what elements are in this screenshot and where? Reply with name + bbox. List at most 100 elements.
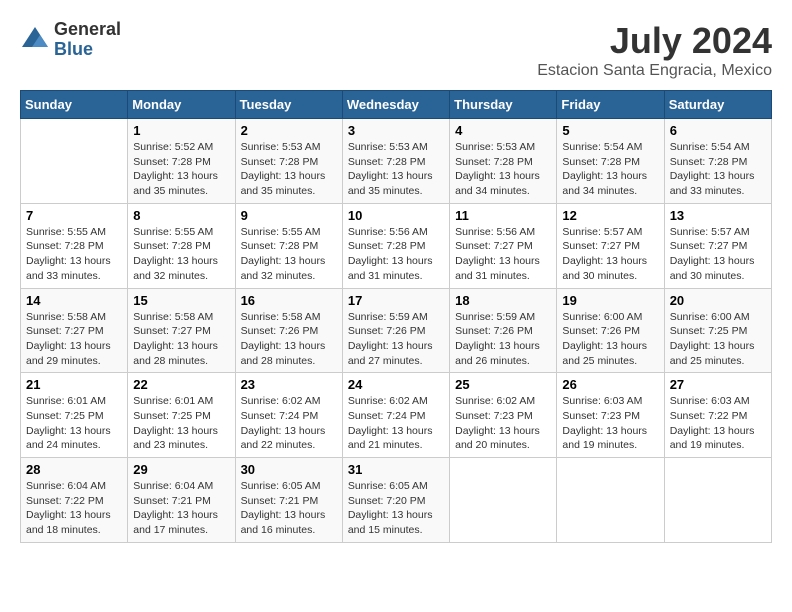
title-block: July 2024 Estacion Santa Engracia, Mexic… bbox=[537, 20, 772, 80]
calendar-cell: 14Sunrise: 5:58 AMSunset: 7:27 PMDayligh… bbox=[21, 288, 128, 373]
day-info: Sunrise: 6:02 AMSunset: 7:24 PMDaylight:… bbox=[241, 394, 337, 453]
day-info: Sunrise: 6:05 AMSunset: 7:21 PMDaylight:… bbox=[241, 479, 337, 538]
day-number: 31 bbox=[348, 462, 444, 477]
day-number: 15 bbox=[133, 293, 229, 308]
day-info: Sunrise: 5:59 AMSunset: 7:26 PMDaylight:… bbox=[348, 310, 444, 369]
location: Estacion Santa Engracia, Mexico bbox=[537, 62, 772, 80]
week-row-1: 1 Sunrise: 5:52 AMSunset: 7:28 PMDaylight… bbox=[21, 119, 772, 204]
calendar-cell: 15 Sunrise: 5:58 AMSunset: 7:27 PMDayligh… bbox=[128, 288, 235, 373]
day-number: 9 bbox=[241, 208, 337, 223]
calendar-cell: 8 Sunrise: 5:55 AMSunset: 7:28 PMDaylight… bbox=[128, 203, 235, 288]
week-row-5: 28Sunrise: 6:04 AMSunset: 7:22 PMDayligh… bbox=[21, 458, 772, 543]
day-info: Sunrise: 5:59 AMSunset: 7:26 PMDaylight:… bbox=[455, 310, 551, 369]
calendar-cell: 3Sunrise: 5:53 AMSunset: 7:28 PMDaylight… bbox=[342, 119, 449, 204]
header-saturday: Saturday bbox=[664, 91, 771, 119]
calendar-cell: 27Sunrise: 6:03 AMSunset: 7:22 PMDayligh… bbox=[664, 373, 771, 458]
calendar-cell: 2 Sunrise: 5:53 AMSunset: 7:28 PMDaylight… bbox=[235, 119, 342, 204]
header-wednesday: Wednesday bbox=[342, 91, 449, 119]
day-info: Sunrise: 6:05 AMSunset: 7:20 PMDaylight:… bbox=[348, 479, 444, 538]
day-number: 2 bbox=[241, 123, 337, 138]
calendar-cell: 20 Sunrise: 6:00 AMSunset: 7:25 PMDayligh… bbox=[664, 288, 771, 373]
page-header: General Blue July 2024 Estacion Santa En… bbox=[20, 20, 772, 80]
header-friday: Friday bbox=[557, 91, 664, 119]
day-info: Sunrise: 5:58 AMSunset: 7:27 PMDaylight:… bbox=[133, 310, 229, 369]
day-number: 12 bbox=[562, 208, 658, 223]
logo-icon bbox=[20, 25, 50, 55]
calendar-cell bbox=[664, 458, 771, 543]
month-title: July 2024 bbox=[537, 20, 772, 62]
day-number: 6 bbox=[670, 123, 766, 138]
day-number: 18 bbox=[455, 293, 551, 308]
day-info: Sunrise: 5:54 AMSunset: 7:28 PMDaylight:… bbox=[562, 140, 658, 199]
day-info: Sunrise: 5:56 AMSunset: 7:28 PMDaylight:… bbox=[348, 225, 444, 284]
day-info: Sunrise: 6:04 AMSunset: 7:22 PMDaylight:… bbox=[26, 479, 122, 538]
day-number: 24 bbox=[348, 377, 444, 392]
day-number: 23 bbox=[241, 377, 337, 392]
day-info: Sunrise: 5:54 AMSunset: 7:28 PMDaylight:… bbox=[670, 140, 766, 199]
calendar-table: SundayMondayTuesdayWednesdayThursdayFrid… bbox=[20, 90, 772, 543]
calendar-cell: 9 Sunrise: 5:55 AMSunset: 7:28 PMDaylight… bbox=[235, 203, 342, 288]
calendar-cell: 18 Sunrise: 5:59 AMSunset: 7:26 PMDayligh… bbox=[450, 288, 557, 373]
calendar-cell: 5Sunrise: 5:54 AMSunset: 7:28 PMDaylight… bbox=[557, 119, 664, 204]
calendar-header-row: SundayMondayTuesdayWednesdayThursdayFrid… bbox=[21, 91, 772, 119]
calendar-cell: 1 Sunrise: 5:52 AMSunset: 7:28 PMDaylight… bbox=[128, 119, 235, 204]
day-number: 1 bbox=[133, 123, 229, 138]
day-info: Sunrise: 5:57 AMSunset: 7:27 PMDaylight:… bbox=[562, 225, 658, 284]
calendar-cell: 21Sunrise: 6:01 AMSunset: 7:25 PMDayligh… bbox=[21, 373, 128, 458]
calendar-cell: 30 Sunrise: 6:05 AMSunset: 7:21 PMDayligh… bbox=[235, 458, 342, 543]
day-number: 25 bbox=[455, 377, 551, 392]
logo-text: General Blue bbox=[54, 20, 121, 60]
calendar-cell bbox=[450, 458, 557, 543]
logo-blue: Blue bbox=[54, 40, 121, 60]
day-number: 11 bbox=[455, 208, 551, 223]
day-info: Sunrise: 6:00 AMSunset: 7:25 PMDaylight:… bbox=[670, 310, 766, 369]
day-number: 26 bbox=[562, 377, 658, 392]
calendar-cell: 4 Sunrise: 5:53 AMSunset: 7:28 PMDaylight… bbox=[450, 119, 557, 204]
calendar-cell: 22 Sunrise: 6:01 AMSunset: 7:25 PMDayligh… bbox=[128, 373, 235, 458]
header-thursday: Thursday bbox=[450, 91, 557, 119]
calendar-cell: 25Sunrise: 6:02 AMSunset: 7:23 PMDayligh… bbox=[450, 373, 557, 458]
day-info: Sunrise: 5:58 AMSunset: 7:26 PMDaylight:… bbox=[241, 310, 337, 369]
day-info: Sunrise: 5:55 AMSunset: 7:28 PMDaylight:… bbox=[241, 225, 337, 284]
day-number: 8 bbox=[133, 208, 229, 223]
day-number: 10 bbox=[348, 208, 444, 223]
calendar-cell: 13 Sunrise: 5:57 AMSunset: 7:27 PMDayligh… bbox=[664, 203, 771, 288]
day-info: Sunrise: 6:01 AMSunset: 7:25 PMDaylight:… bbox=[133, 394, 229, 453]
calendar-cell: 6 Sunrise: 5:54 AMSunset: 7:28 PMDaylight… bbox=[664, 119, 771, 204]
header-sunday: Sunday bbox=[21, 91, 128, 119]
day-info: Sunrise: 6:03 AMSunset: 7:23 PMDaylight:… bbox=[562, 394, 658, 453]
calendar-cell: 26 Sunrise: 6:03 AMSunset: 7:23 PMDayligh… bbox=[557, 373, 664, 458]
day-info: Sunrise: 5:53 AMSunset: 7:28 PMDaylight:… bbox=[241, 140, 337, 199]
header-monday: Monday bbox=[128, 91, 235, 119]
day-number: 14 bbox=[26, 293, 122, 308]
calendar-cell: 7 Sunrise: 5:55 AMSunset: 7:28 PMDaylight… bbox=[21, 203, 128, 288]
calendar-cell bbox=[557, 458, 664, 543]
day-info: Sunrise: 5:55 AMSunset: 7:28 PMDaylight:… bbox=[133, 225, 229, 284]
calendar-cell: 10 Sunrise: 5:56 AMSunset: 7:28 PMDayligh… bbox=[342, 203, 449, 288]
day-number: 22 bbox=[133, 377, 229, 392]
day-number: 29 bbox=[133, 462, 229, 477]
calendar-cell: 31 Sunrise: 6:05 AMSunset: 7:20 PMDayligh… bbox=[342, 458, 449, 543]
calendar-cell: 11Sunrise: 5:56 AMSunset: 7:27 PMDayligh… bbox=[450, 203, 557, 288]
day-info: Sunrise: 5:55 AMSunset: 7:28 PMDaylight:… bbox=[26, 225, 122, 284]
day-info: Sunrise: 5:53 AMSunset: 7:28 PMDaylight:… bbox=[455, 140, 551, 199]
day-info: Sunrise: 5:57 AMSunset: 7:27 PMDaylight:… bbox=[670, 225, 766, 284]
day-number: 16 bbox=[241, 293, 337, 308]
day-info: Sunrise: 6:02 AMSunset: 7:24 PMDaylight:… bbox=[348, 394, 444, 453]
week-row-4: 21Sunrise: 6:01 AMSunset: 7:25 PMDayligh… bbox=[21, 373, 772, 458]
day-info: Sunrise: 6:03 AMSunset: 7:22 PMDaylight:… bbox=[670, 394, 766, 453]
calendar-cell: 24 Sunrise: 6:02 AMSunset: 7:24 PMDayligh… bbox=[342, 373, 449, 458]
day-info: Sunrise: 6:00 AMSunset: 7:26 PMDaylight:… bbox=[562, 310, 658, 369]
calendar-cell: 17Sunrise: 5:59 AMSunset: 7:26 PMDayligh… bbox=[342, 288, 449, 373]
day-info: Sunrise: 6:04 AMSunset: 7:21 PMDaylight:… bbox=[133, 479, 229, 538]
day-number: 7 bbox=[26, 208, 122, 223]
day-info: Sunrise: 5:52 AMSunset: 7:28 PMDaylight:… bbox=[133, 140, 229, 199]
logo: General Blue bbox=[20, 20, 121, 60]
day-number: 4 bbox=[455, 123, 551, 138]
calendar-cell bbox=[21, 119, 128, 204]
day-number: 3 bbox=[348, 123, 444, 138]
day-number: 20 bbox=[670, 293, 766, 308]
day-number: 13 bbox=[670, 208, 766, 223]
calendar-cell: 28Sunrise: 6:04 AMSunset: 7:22 PMDayligh… bbox=[21, 458, 128, 543]
day-number: 30 bbox=[241, 462, 337, 477]
